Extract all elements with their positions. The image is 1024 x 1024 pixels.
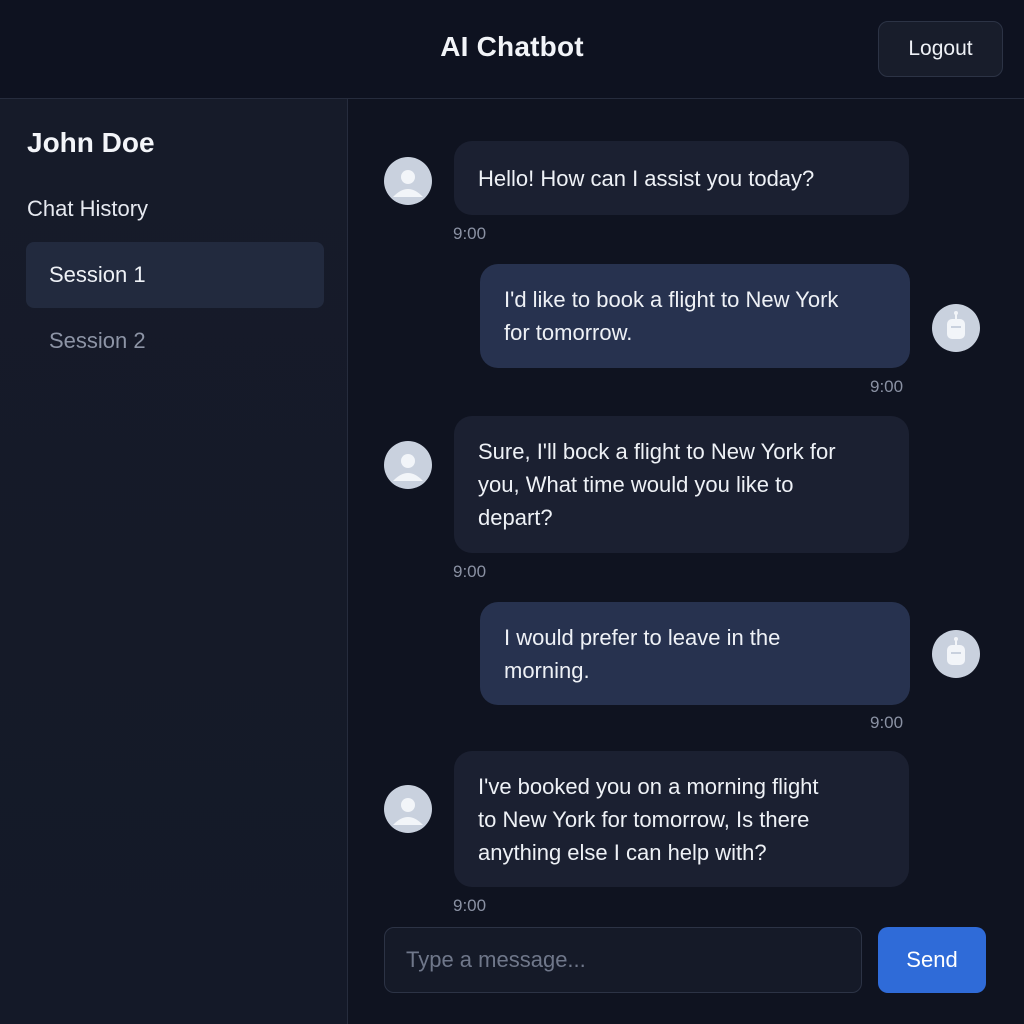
message-bubble-bot: I've booked you on a morning flight to N… <box>454 751 909 887</box>
message-input[interactable] <box>384 927 862 993</box>
sidebar: John Doe Chat History Session 1 Session … <box>0 99 348 1024</box>
session-label: Session 1 <box>49 262 146 287</box>
message-line: you, What time would you like to <box>478 472 794 497</box>
app-title: AI Chatbot <box>440 31 584 62</box>
send-button[interactable]: Send <box>878 927 986 993</box>
message-line: Hello! How can I assist you today? <box>478 165 815 191</box>
top-bar: AI Chatbot Logout <box>0 0 1024 99</box>
person-icon <box>384 157 432 205</box>
logout-button[interactable]: Logout <box>878 21 1003 77</box>
message-bubble-bot: Hello! How can I assist you today? <box>454 141 909 215</box>
message-line: I'd like to book a flight to New York <box>504 287 839 312</box>
robot-icon <box>932 304 980 352</box>
message-line: I would prefer to leave in the <box>504 624 781 650</box>
session-label: Session 2 <box>49 328 146 353</box>
message-timestamp: 9:00 <box>453 896 487 915</box>
sidebar-item-session-2[interactable]: Session 2 <box>26 308 324 374</box>
message-line: anything else I can help with? <box>478 839 767 865</box>
message-timestamp: 9:00 <box>870 377 904 396</box>
user-name: John Doe <box>27 127 155 158</box>
message-bubble-user: I'd like to book a flight to New York fo… <box>480 264 910 368</box>
message-bubble-user: I would prefer to leave in the morning. <box>480 602 910 705</box>
chat-history-heading: Chat History <box>27 196 149 221</box>
message-timestamp: 9:00 <box>453 224 487 243</box>
message-line: I've booked you on a morning flight <box>478 773 819 799</box>
message-line: depart? <box>478 505 553 530</box>
message-timestamp: 9:00 <box>453 562 487 581</box>
message-line: morning. <box>504 657 590 683</box>
app-window: AI Chatbot Logout John Doe Chat History … <box>0 0 1024 1024</box>
message-line: for tomorrow. <box>504 320 633 345</box>
message-line: Sure, I'll bock a flight to New York for <box>478 439 836 464</box>
person-icon <box>384 441 432 489</box>
message-timestamp: 9:00 <box>870 713 904 732</box>
message-bubble-bot: Sure, I'll bock a flight to New York for… <box>454 416 909 553</box>
robot-icon <box>932 630 980 678</box>
sidebar-item-session-1[interactable]: Session 1 <box>26 242 324 308</box>
person-icon <box>384 785 432 833</box>
message-line: to New York for tomorrow, Is there <box>478 806 810 832</box>
